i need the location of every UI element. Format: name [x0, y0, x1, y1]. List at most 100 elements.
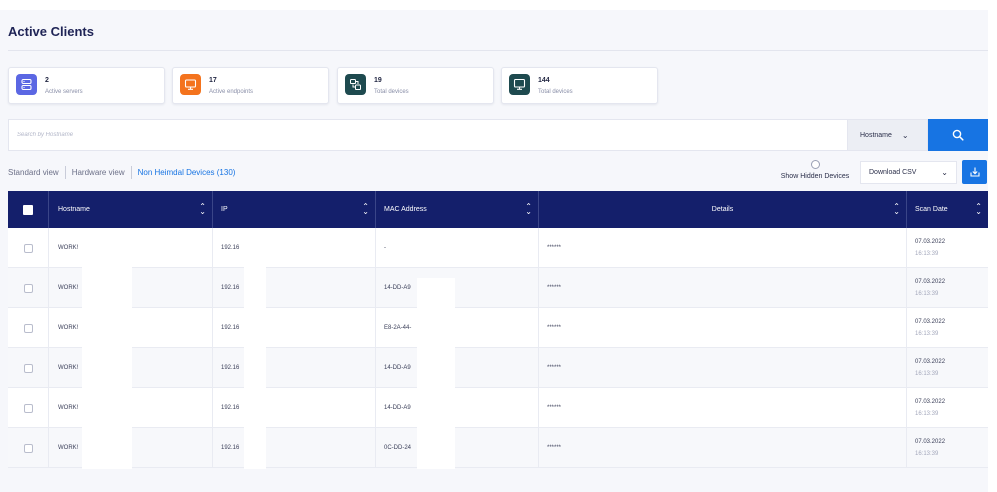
scan-date-cell: 07.03.2022 16:13:39 — [907, 308, 988, 348]
scan-date-cell: 07.03.2022 16:13:39 — [907, 228, 988, 268]
table-row[interactable]: WORK! 192.16 - ****** 07.03.2022 16:13:39 — [8, 228, 988, 268]
mac-cell: 14-DD-A9 — [376, 388, 539, 428]
download-icon — [969, 167, 980, 177]
scan-date: 07.03.2022 — [915, 239, 946, 245]
select-all-checkbox[interactable] — [23, 204, 33, 215]
mac-cell: 14-DD-A9 — [376, 268, 539, 308]
table-row[interactable]: WORK! 192.16 0C-DD-24 ****** 07.03.2022 1… — [8, 428, 988, 468]
row-checkbox[interactable] — [23, 363, 33, 373]
tab-hardware-view[interactable]: Hardware view — [66, 168, 131, 177]
scan-date-cell: 07.03.2022 16:13:39 — [907, 268, 988, 308]
table-row[interactable]: WORK! 192.16 14-DD-A9 ****** 07.03.2022 1… — [8, 388, 988, 428]
chevron-down-icon: ⌄ — [901, 130, 909, 140]
desktop-icon — [509, 74, 530, 95]
scan-time: 16:13:39 — [915, 451, 939, 457]
details-cell: ****** — [539, 308, 907, 348]
redaction-block — [417, 278, 455, 469]
tab-standard-view[interactable]: Standard view — [8, 168, 65, 177]
scan-date: 07.03.2022 — [915, 439, 946, 445]
active-clients-page: Active Clients 2 Active servers 17 Activ… — [0, 10, 988, 492]
details-cell: ****** — [539, 428, 907, 468]
stat-value: 17 — [209, 77, 217, 84]
search-icon — [952, 129, 964, 141]
redaction-block — [244, 238, 266, 469]
page-title: Active Clients — [8, 24, 94, 39]
ip-cell: 192.16 — [213, 268, 376, 308]
stat-label: Active endpoints — [209, 89, 254, 95]
ip-cell: 192.16 — [213, 428, 376, 468]
search-button[interactable] — [928, 119, 988, 151]
row-checkbox[interactable] — [23, 283, 33, 293]
scan-date: 07.03.2022 — [915, 319, 946, 325]
table-body: WORK! 192.16 - ****** 07.03.2022 16:13:39… — [8, 228, 988, 468]
sort-icon: ⌃ ⌄ — [525, 202, 532, 216]
redaction-block — [82, 238, 132, 469]
row-checkbox[interactable] — [23, 403, 33, 413]
table-header: Hostname ⌃ ⌄ IP ⌃ ⌄ MAC Address ⌃ ⌄ Details… — [8, 191, 988, 228]
view-tabs: Standard view Hardware view Non Heimdal … — [8, 165, 241, 179]
download-format-select[interactable]: Download CSV ⌄ — [860, 161, 957, 184]
stat-card-total-devices-all: 144 Total devices — [501, 67, 658, 104]
ip-cell: 192.16 — [213, 228, 376, 268]
mac-cell: - — [376, 228, 539, 268]
stat-label: Total devices — [538, 89, 573, 95]
column-label: Hostname — [58, 206, 90, 213]
column-ip[interactable]: IP ⌃ ⌄ — [213, 191, 376, 228]
show-hidden-devices-toggle[interactable]: Show Hidden Devices — [775, 160, 855, 180]
tab-non-heimdal-devices[interactable]: Non Heimdal Devices (130) — [132, 168, 242, 177]
scan-time: 16:13:39 — [915, 251, 939, 257]
column-mac-address[interactable]: MAC Address ⌃ ⌄ — [376, 191, 539, 228]
sort-icon: ⌃ ⌄ — [362, 202, 369, 216]
chevron-down-icon: ⌄ — [941, 168, 948, 177]
search-field-select[interactable]: Hostname ⌄ — [847, 119, 928, 151]
row-checkbox-cell — [8, 388, 49, 428]
scan-date: 07.03.2022 — [915, 399, 946, 405]
table-row[interactable]: WORK! 192.16 1 E8-2A-44- ****** 07.03.20… — [8, 308, 988, 348]
table-row[interactable]: WORK! 192.16 14-DD-A9 ****** 07.03.2022 1… — [8, 348, 988, 388]
row-checkbox-cell — [8, 348, 49, 388]
column-details[interactable]: Details ⌃ ⌄ — [539, 191, 907, 228]
devices-icon — [345, 74, 366, 95]
stat-label: Total devices — [374, 89, 409, 95]
scan-time: 16:13:39 — [915, 331, 939, 337]
scan-time: 16:13:39 — [915, 291, 939, 297]
details-cell: ****** — [539, 348, 907, 388]
row-checkbox-cell — [8, 268, 49, 308]
column-hostname[interactable]: Hostname ⌃ ⌄ — [49, 191, 213, 228]
row-checkbox[interactable] — [23, 243, 33, 253]
ip-cell: 192.16 1 — [213, 308, 376, 348]
download-button[interactable] — [962, 160, 987, 184]
search-input[interactable] — [9, 120, 847, 150]
sort-icon: ⌃ ⌄ — [893, 202, 900, 216]
title-divider — [8, 50, 988, 51]
scan-date-cell: 07.03.2022 16:13:39 — [907, 388, 988, 428]
column-scan-date[interactable]: Scan Date ⌃ ⌄ — [907, 191, 988, 228]
row-checkbox[interactable] — [23, 443, 33, 453]
stat-label: Active servers — [45, 89, 83, 95]
ip-cell: 192.16 — [213, 348, 376, 388]
column-label: IP — [221, 206, 228, 213]
row-checkbox[interactable] — [23, 323, 33, 333]
server-icon — [16, 74, 37, 95]
details-cell: ****** — [539, 228, 907, 268]
scan-time: 16:13:39 — [915, 411, 939, 417]
mac-cell: 0C-DD-24 — [376, 428, 539, 468]
column-label: Details — [711, 206, 734, 213]
row-checkbox-cell — [8, 228, 49, 268]
scan-time: 16:13:39 — [915, 371, 939, 377]
ip-cell: 192.16 — [213, 388, 376, 428]
column-label: MAC Address — [384, 206, 427, 213]
scan-date: 07.03.2022 — [915, 359, 946, 365]
stat-value: 19 — [374, 77, 382, 84]
monitor-icon — [180, 74, 201, 95]
scan-date-cell: 07.03.2022 16:13:39 — [907, 428, 988, 468]
details-cell: ****** — [539, 388, 907, 428]
radio-button[interactable] — [810, 160, 820, 169]
table-row[interactable]: WORK! 192.16 14-DD-A9 ****** 07.03.2022 1… — [8, 268, 988, 308]
mac-cell: 14-DD-A9 — [376, 348, 539, 388]
download-format-value: Download CSV — [869, 169, 917, 176]
details-cell: ****** — [539, 268, 907, 308]
stat-value: 144 — [538, 77, 550, 84]
mac-cell: E8-2A-44- — [376, 308, 539, 348]
devices-table: Hostname ⌃ ⌄ IP ⌃ ⌄ MAC Address ⌃ ⌄ Details… — [8, 191, 988, 468]
